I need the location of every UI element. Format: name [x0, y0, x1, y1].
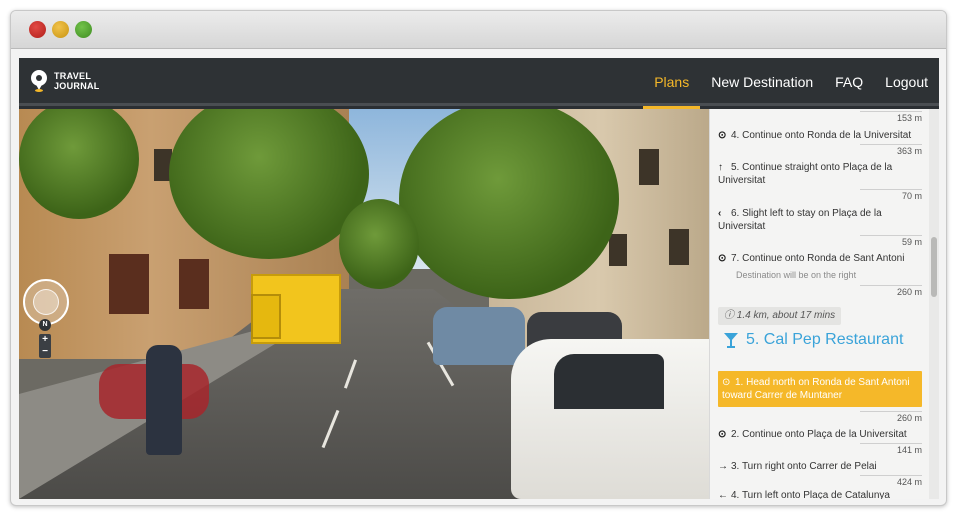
- step-text: 6. Slight left to stay on Plaça de la Un…: [718, 208, 882, 232]
- logo-line-2: JOURNAL: [54, 81, 100, 91]
- map-pin-icon: [31, 70, 47, 92]
- step-distance: 424 m: [860, 475, 922, 487]
- zoom-in-button[interactable]: +: [39, 334, 51, 346]
- arrow-right-icon: →: [718, 461, 728, 472]
- step-distance: 260 m: [860, 411, 922, 423]
- van-window: [554, 354, 664, 409]
- browser-window: TRAVEL JOURNAL Plans New Destination FAQ…: [10, 10, 947, 506]
- compass-north-icon[interactable]: N: [39, 319, 51, 331]
- direction-step[interactable]: ‹ 6. Slight left to stay on Plaça de la U…: [718, 207, 922, 233]
- top-navbar: TRAVEL JOURNAL Plans New Destination FAQ…: [19, 58, 939, 109]
- maximize-window-button[interactable]: [75, 21, 92, 38]
- step-distance: 153 m: [860, 111, 922, 123]
- truck-cab: [251, 294, 281, 339]
- logo-line-1: TRAVEL: [54, 71, 92, 81]
- main-nav: Plans New Destination FAQ Logout: [643, 58, 939, 109]
- arrow-up-icon: ↑: [718, 162, 723, 173]
- direction-step[interactable]: ⊙ 4. Continue onto Ronda de la Universita…: [718, 129, 922, 142]
- logo-text: TRAVEL JOURNAL: [54, 71, 100, 91]
- scrollbar-thumb[interactable]: [931, 237, 937, 297]
- chevron-left-icon: ‹: [718, 208, 722, 219]
- step-text: 4. Continue onto Ronda de la Universitat: [731, 130, 912, 141]
- step-distance: 70 m: [860, 189, 922, 201]
- target-icon: ⊙: [722, 377, 731, 388]
- street-view-panorama[interactable]: N + −: [19, 109, 709, 499]
- travel-journal-app: TRAVEL JOURNAL Plans New Destination FAQ…: [19, 58, 939, 499]
- step-distance: 363 m: [860, 144, 922, 156]
- direction-step[interactable]: ⊙ 7. Continue onto Ronda de Sant Antoni D…: [718, 252, 922, 282]
- direction-step[interactable]: → 3. Turn right onto Carrer de Pelai: [718, 460, 922, 473]
- tree: [339, 199, 419, 289]
- direction-step[interactable]: ↑ 5. Continue straight onto Plaça de la U…: [718, 161, 922, 187]
- step-text: 3. Turn right onto Carrer de Pelai: [731, 461, 877, 472]
- step-text: 4. Turn left onto Plaça de Catalunya: [731, 490, 890, 499]
- pedestrian: [146, 345, 182, 455]
- pan-control-center[interactable]: [33, 289, 59, 315]
- destination-title-text: 5. Cal Pep Restaurant: [746, 331, 904, 348]
- destination-title[interactable]: 5. Cal Pep Restaurant: [724, 331, 903, 349]
- arrow-left-icon: ←: [718, 490, 728, 499]
- zoom-control[interactable]: + −: [39, 334, 51, 358]
- step-text: 1. Head north on Ronda de Sant Antoni to…: [722, 377, 910, 401]
- close-window-button[interactable]: [29, 21, 46, 38]
- minimize-window-button[interactable]: [52, 21, 69, 38]
- target-icon: ⊙: [718, 130, 727, 141]
- blue-car: [433, 307, 525, 365]
- direction-step[interactable]: ⊙ 2. Continue onto Plaça de la Universita…: [718, 428, 922, 441]
- directions-scrollbar[interactable]: [929, 109, 939, 499]
- step-text: 5. Continue straight onto Plaça de la Un…: [718, 162, 893, 186]
- directions-panel: 153 m ⊙ 4. Continue onto Ronda de la Univ…: [709, 109, 939, 499]
- app-logo[interactable]: TRAVEL JOURNAL: [31, 70, 100, 92]
- nav-plans[interactable]: Plans: [643, 58, 701, 109]
- step-distance: 59 m: [860, 235, 922, 247]
- direction-step[interactable]: ← 4. Turn left onto Plaça de Catalunya: [718, 489, 922, 499]
- direction-step-active[interactable]: ⊙ 1. Head north on Ronda de Sant Antoni t…: [718, 371, 922, 407]
- nav-logout[interactable]: Logout: [874, 58, 939, 106]
- route-summary-text: 1.4 km, about 17 mins: [736, 310, 836, 321]
- nav-new-destination[interactable]: New Destination: [700, 58, 824, 106]
- step-note: Destination will be on the right: [736, 270, 857, 280]
- target-icon: ⊙: [718, 429, 727, 440]
- step-distance: 141 m: [860, 443, 922, 455]
- step-text: 7. Continue onto Ronda de Sant Antoni: [731, 253, 905, 264]
- nav-faq[interactable]: FAQ: [824, 58, 874, 106]
- window-titlebar: [11, 11, 946, 49]
- cocktail-icon: [724, 332, 738, 348]
- route-summary: ⓘ 1.4 km, about 17 mins: [718, 307, 842, 325]
- step-text: 2. Continue onto Plaça de la Universitat: [731, 429, 907, 440]
- target-icon: ⊙: [718, 253, 727, 264]
- step-distance: 260 m: [860, 285, 922, 297]
- zoom-out-button[interactable]: −: [39, 346, 51, 358]
